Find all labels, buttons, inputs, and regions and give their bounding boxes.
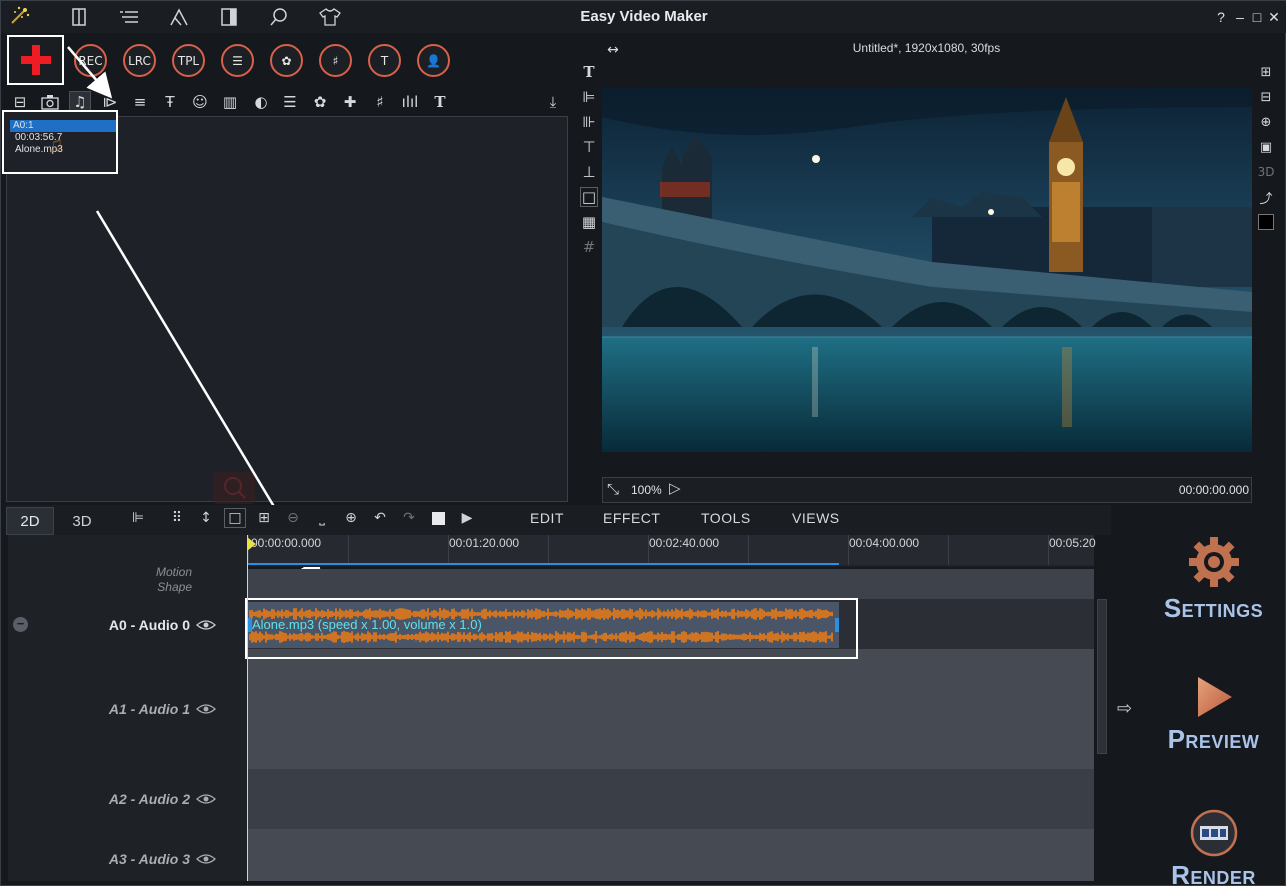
grid-icon[interactable]: ▦ — [580, 212, 598, 232]
render-button[interactable]: RENDER — [1151, 809, 1276, 886]
split-icon[interactable]: ⊞ — [253, 508, 275, 528]
3d-icon[interactable]: 3D — [1257, 162, 1275, 182]
align-left-icon[interactable]: ⊫ — [580, 87, 598, 107]
text-tool-icon[interactable]: T — [580, 62, 598, 82]
color-swatch-icon[interactable] — [1257, 212, 1275, 232]
arrow-to-audio-tab — [67, 46, 113, 99]
menu-views[interactable]: VIEWS — [792, 510, 840, 526]
playhead-line — [247, 535, 248, 881]
app-window: Easy Video Maker ? – □ ✕ REC LRC TPL ☰ ✿… — [0, 0, 1286, 886]
align-top-icon[interactable]: ⊤ — [580, 137, 598, 157]
play-preview-icon[interactable]: ▷ — [669, 479, 681, 497]
clip-highlight-frame — [245, 598, 858, 659]
project-info: Untitled*, 1920x1080, 30fps — [852, 41, 1001, 55]
frame-icon[interactable]: □ — [580, 187, 598, 207]
motion-shape-label: Motion Shape — [155, 565, 192, 594]
playhead-marker[interactable] — [247, 537, 256, 551]
eye-icon[interactable] — [196, 793, 216, 805]
settings-label: SETTINGS — [1163, 593, 1264, 623]
ruler-label: 00:00:00.000 — [251, 536, 322, 550]
play-icon[interactable]: ▶ — [456, 508, 478, 528]
ruler-label: 00:04:00.000 — [849, 536, 920, 550]
align-bottom-icon[interactable]: ⊥ — [580, 162, 598, 182]
track-a2[interactable] — [248, 769, 1094, 829]
selection-icon[interactable]: □ — [224, 508, 246, 528]
eye-icon[interactable] — [196, 853, 216, 865]
settings-gear-icon — [1188, 537, 1239, 587]
ruler-label: 00:01:20.000 — [449, 536, 520, 550]
time-ruler[interactable]: 00:00:00.000 00:01:20.000 00:02:40.000 0… — [248, 535, 1096, 567]
tab-3d[interactable]: 3D — [57, 507, 107, 535]
fit-icon[interactable]: ▣ — [1257, 137, 1275, 157]
center-h-icon[interactable]: ⊞ — [1257, 62, 1275, 82]
preview-footer: ⤡ 100% ▷ 00:00:00.000 — [602, 477, 1252, 503]
menu-effect[interactable]: EFFECT — [603, 510, 660, 526]
align-right-icon[interactable]: ⊪ — [580, 112, 598, 132]
grid-snap-icon[interactable]: ⠿ — [166, 508, 188, 528]
shrink-icon[interactable]: ⤡ — [607, 481, 619, 498]
rotate-icon[interactable]: ⤴ — [1257, 187, 1275, 207]
preview-button[interactable]: PREVIEW — [1151, 675, 1276, 755]
ruler-icon[interactable]: ⎵ — [311, 508, 333, 528]
render-film-icon — [1190, 809, 1237, 857]
motion-track[interactable] — [248, 569, 1094, 599]
menu-tools[interactable]: TOOLS — [701, 510, 751, 526]
eye-icon[interactable] — [196, 619, 216, 631]
zoom-level[interactable]: 100% — [631, 483, 662, 497]
undo-icon[interactable]: ↶ — [369, 508, 391, 528]
hash-icon[interactable]: # — [580, 237, 598, 257]
track-name-a3[interactable]: A3 - Audio 3 — [61, 851, 190, 867]
tab-2d[interactable]: 2D — [6, 507, 54, 535]
vertical-resize-icon[interactable]: ↕ — [195, 508, 217, 528]
ruler-label: 00:05:20 — [1049, 536, 1096, 550]
collapse-panel-arrow-icon[interactable]: ⇨ — [1117, 698, 1132, 719]
preview-time: 00:00:00.000 — [1178, 483, 1249, 497]
track-name-a1[interactable]: A1 - Audio 1 — [61, 701, 190, 717]
video-preview[interactable] — [602, 87, 1252, 452]
zoom-out-icon[interactable]: ⊖ — [282, 508, 304, 528]
redo-icon[interactable]: ↷ — [398, 508, 420, 528]
preview-label: PREVIEW — [1167, 724, 1260, 754]
ruler-label: 00:02:40.000 — [649, 536, 720, 550]
timeline-scrollbar[interactable] — [1097, 599, 1107, 754]
track-a1[interactable] — [248, 649, 1094, 769]
preview-play-icon — [1197, 677, 1232, 717]
settings-button[interactable]: SETTINGS — [1151, 536, 1276, 624]
eye-icon[interactable] — [196, 703, 216, 715]
render-label: RENDER — [1171, 860, 1256, 886]
zoom-in-icon[interactable]: ⊕ — [340, 508, 362, 528]
preview-frame-image — [602, 87, 1252, 452]
collapse-track-button[interactable]: − — [13, 617, 28, 632]
track-name-a0[interactable]: A0 - Audio 0 — [61, 617, 190, 633]
center-both-icon[interactable]: ⊕ — [1257, 112, 1275, 132]
work-area-bar — [248, 563, 839, 565]
track-a3[interactable] — [248, 829, 1094, 881]
menu-edit[interactable]: EDIT — [530, 510, 564, 526]
track-name-a2[interactable]: A2 - Audio 2 — [61, 791, 190, 807]
stop-icon[interactable] — [427, 508, 449, 528]
center-v-icon[interactable]: ⊟ — [1257, 87, 1275, 107]
track-align-icon[interactable]: ⊫ — [127, 508, 149, 528]
